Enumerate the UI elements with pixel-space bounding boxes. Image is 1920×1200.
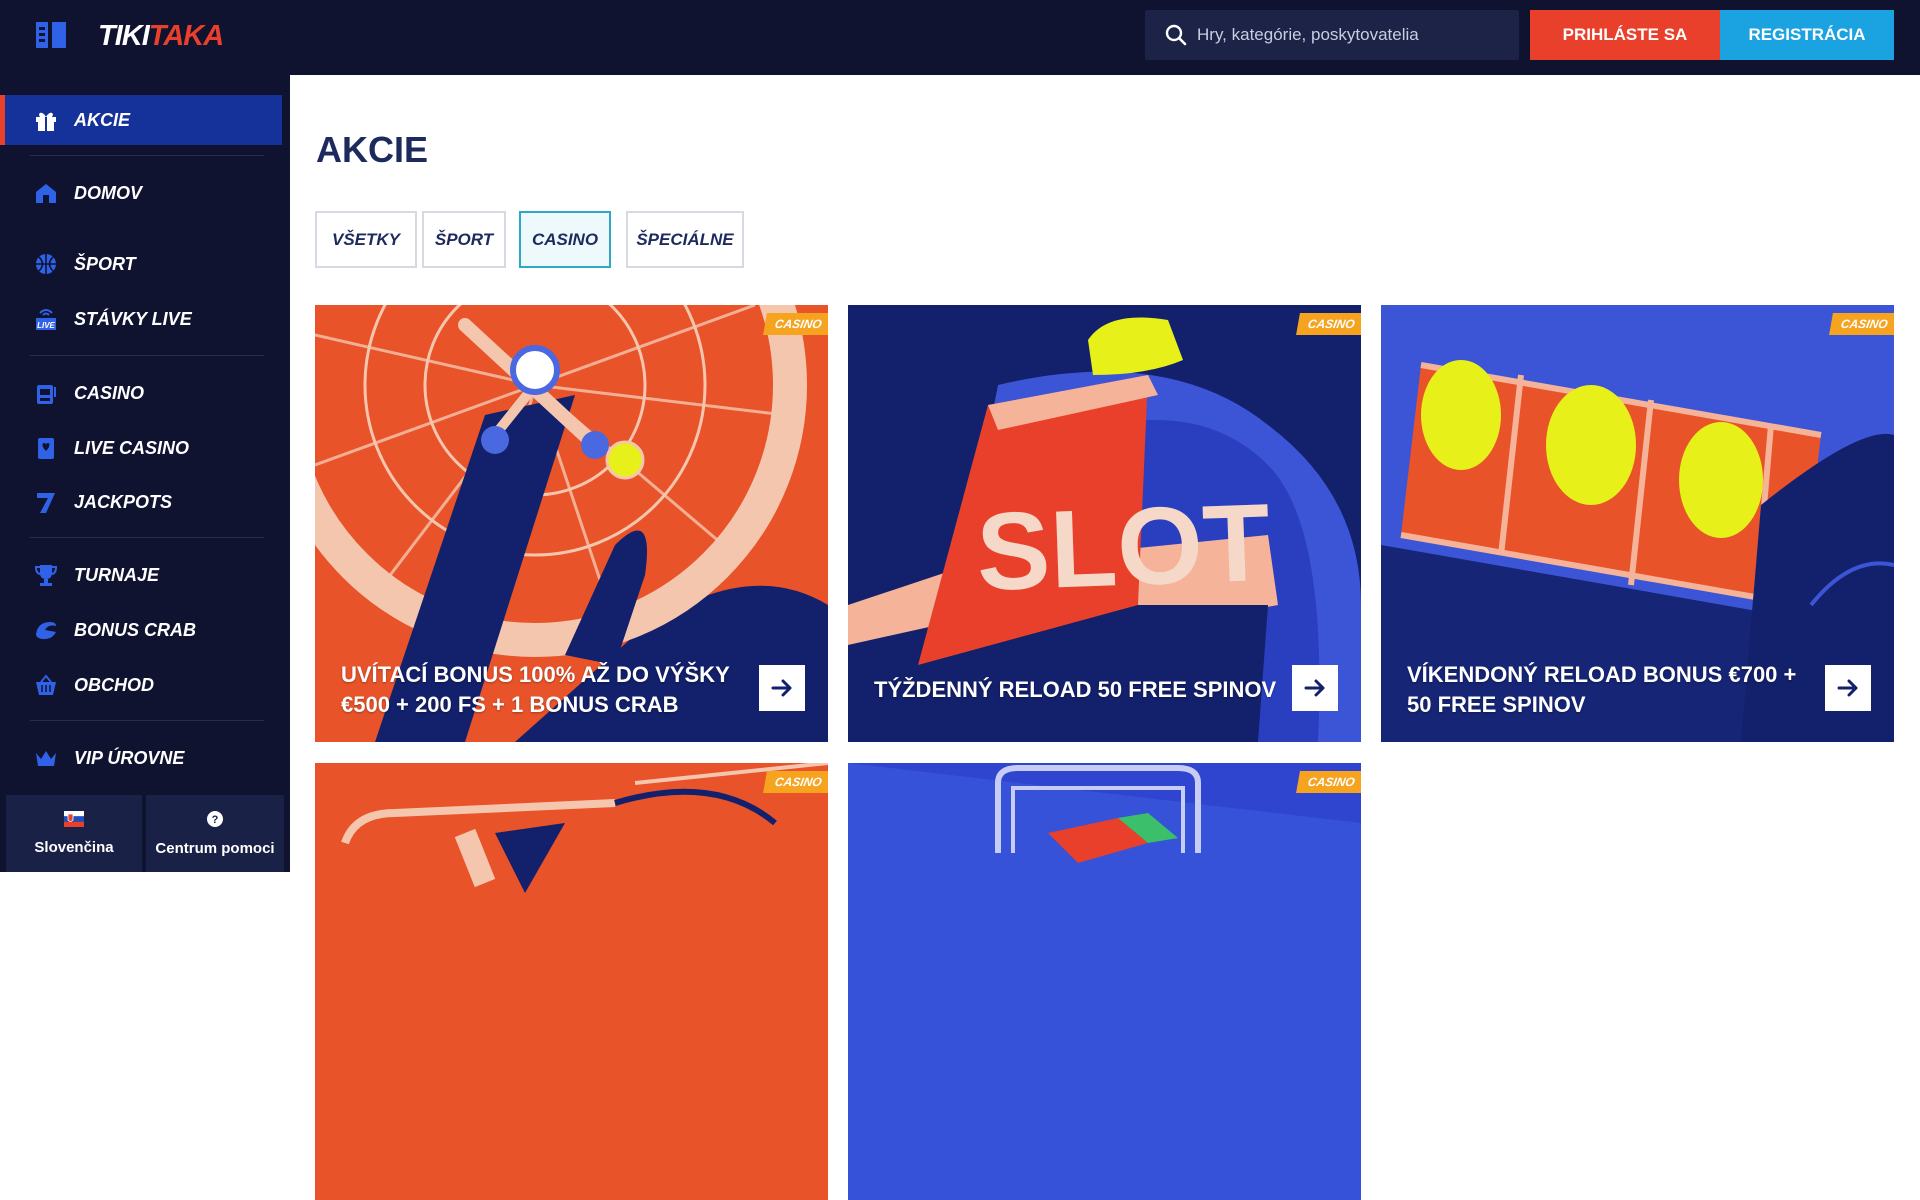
sidebar: AKCIE DOMOV ŠPORT LIVE STÁVKY LIVE CASIN…: [0, 75, 290, 872]
help-center-link[interactable]: ? Centrum pomoci: [146, 795, 284, 872]
slot-text: SLOT: [975, 481, 1272, 614]
sidebar-item-vip[interactable]: VIP ÚROVNE: [0, 733, 282, 783]
search-box[interactable]: [1145, 10, 1519, 60]
basketball-icon: [34, 252, 58, 276]
sidebar-item-label: STÁVKY LIVE: [74, 308, 192, 329]
sidebar-item-label: TURNAJE: [74, 564, 160, 585]
slovak-flag-icon: [64, 811, 84, 831]
tab-vsetky[interactable]: VŠETKY: [315, 211, 417, 268]
search-input[interactable]: [1197, 10, 1497, 60]
category-badge: CASINO: [1296, 771, 1361, 793]
logo[interactable]: TIKITAKA: [98, 20, 224, 53]
sidebar-item-live-casino[interactable]: LIVE CASINO: [0, 423, 282, 473]
help-icon: ?: [206, 810, 224, 832]
sidebar-item-bonus-crab[interactable]: BONUS CRAB: [0, 605, 282, 655]
svg-text:?: ?: [212, 814, 219, 826]
menu-toggle-icon[interactable]: [36, 20, 68, 50]
category-badge: CASINO: [1296, 313, 1361, 335]
card-title: TÝŽDENNÝ RELOAD 50 FREE SPINOV: [874, 677, 1277, 702]
sidebar-item-turnaje[interactable]: TURNAJE: [0, 550, 282, 600]
language-label: Slovenčina: [34, 839, 114, 856]
page-title: AKCIE: [316, 129, 429, 170]
card-title: UVÍTACÍ BONUS 100% AŽ DO VÝŠKY €500 + 20…: [341, 662, 730, 717]
sidebar-item-label: JACKPOTS: [74, 491, 173, 512]
sidebar-item-label: LIVE CASINO: [74, 437, 190, 458]
seven-icon: [34, 490, 58, 514]
sidebar-item-label: OBCHOD: [74, 674, 154, 695]
main-content: AKCIE VŠETKY ŠPORT CASINO ŠPECIÁLNE CASI…: [290, 75, 1920, 1200]
trophy-icon: [34, 563, 58, 587]
category-badge: CASINO: [763, 313, 828, 335]
promo-card[interactable]: CASINO UVÍTACÍ BONUS 100% AŽ DO VÝŠKY €5…: [315, 305, 828, 742]
login-button[interactable]: PRIHLÁSTE SA: [1530, 10, 1720, 60]
help-label: Centrum pomoci: [155, 840, 275, 857]
live-icon: LIVE: [34, 307, 58, 331]
sidebar-item-label: DOMOV: [74, 182, 143, 203]
basket-icon: [34, 673, 58, 697]
category-badge: CASINO: [763, 771, 828, 793]
sidebar-item-akcie[interactable]: AKCIE: [0, 95, 282, 145]
home-icon: [34, 181, 58, 205]
sidebar-item-casino[interactable]: CASINO: [0, 368, 282, 418]
sidebar-item-label: BONUS CRAB: [74, 619, 197, 640]
promo-card[interactable]: CASINO VÍKENDONÝ RELOAD BONUS €700 + 50 …: [1381, 305, 1894, 742]
search-icon: [1165, 24, 1187, 46]
gift-icon: [34, 108, 58, 132]
sidebar-item-stavky-live[interactable]: LIVE STÁVKY LIVE: [0, 294, 282, 344]
arrow-right-icon[interactable]: [1825, 665, 1871, 711]
top-bar: TIKITAKA PRIHLÁSTE SA REGISTRÁCIA: [0, 0, 1920, 75]
promo-card[interactable]: CASINO: [848, 763, 1361, 1200]
divider: [30, 155, 264, 156]
sidebar-item-label: ŠPORT: [74, 253, 136, 274]
tab-casino[interactable]: CASINO: [519, 211, 611, 268]
svg-text:LIVE: LIVE: [37, 321, 55, 330]
promo-card[interactable]: CASINO: [315, 763, 828, 1200]
card-title: VÍKENDONÝ RELOAD BONUS €700 + 50 FREE SP…: [1407, 662, 1797, 717]
sidebar-item-label: VIP ÚROVNE: [74, 747, 185, 768]
arrow-right-icon[interactable]: [759, 665, 805, 711]
arrow-right-icon[interactable]: [1292, 665, 1338, 711]
divider: [30, 355, 264, 356]
crown-icon: [34, 746, 58, 770]
slot-machine-icon: [34, 381, 58, 405]
crab-icon: [34, 618, 58, 642]
language-selector[interactable]: Slovenčina: [6, 795, 142, 872]
register-button[interactable]: REGISTRÁCIA: [1720, 10, 1894, 60]
sidebar-item-obchod[interactable]: OBCHOD: [0, 660, 282, 710]
sidebar-item-jackpots[interactable]: JACKPOTS: [0, 477, 282, 527]
sidebar-item-label: CASINO: [74, 382, 145, 403]
logo-part-2: TAKA: [148, 20, 224, 52]
promo-illustration: [848, 763, 1361, 1200]
tab-sport[interactable]: ŠPORT: [422, 211, 506, 268]
promo-card[interactable]: SLOT CASINO TÝŽDENNÝ RELOAD 50 FREE SPIN…: [848, 305, 1361, 742]
divider: [30, 537, 264, 538]
sidebar-item-label: AKCIE: [74, 109, 131, 130]
divider: [30, 720, 264, 721]
card-icon: [34, 436, 58, 460]
sidebar-item-domov[interactable]: DOMOV: [0, 168, 282, 218]
promo-illustration: [315, 763, 828, 1200]
sidebar-item-sport[interactable]: ŠPORT: [0, 239, 282, 289]
category-badge: CASINO: [1829, 313, 1894, 335]
logo-part-1: TIKI: [98, 20, 150, 52]
tab-specialne[interactable]: ŠPECIÁLNE: [626, 211, 744, 268]
